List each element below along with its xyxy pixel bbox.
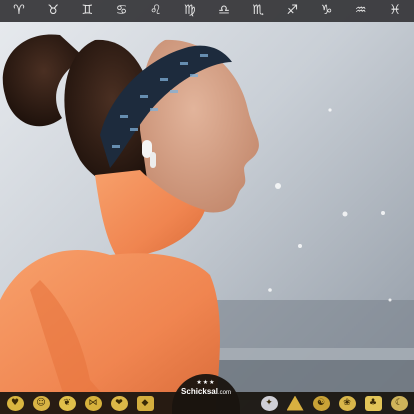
main-stage: ♈︎ ♉︎ ♊︎ ♋︎ ♌︎ ♍︎ ♎︎ ♏︎ ♐︎ ♑︎ ♒︎ ♓︎ ♥ ☺ ❦ ⋈ ❤ ◆ ✦ ☯ ❀ ♣ ☾ ★★… [0,0,414,414]
logo-brand: Schicksal.com [181,387,231,398]
compass-button[interactable]: ✦ [256,392,282,414]
zodiac-sagittarius-icon[interactable]: ♐︎ [276,0,308,22]
zodiac-aries-icon[interactable]: ♈︎ [3,0,35,22]
chinese-zodiac-button[interactable]: ☯ [308,392,334,414]
logo-brand-suffix: .com [217,390,231,396]
wheat-icon: ❀ [338,395,356,411]
runner-hero-photo [0,0,414,414]
love-heart-button[interactable]: ♥ [2,392,28,414]
zodiac-capricorn-icon[interactable]: ♑︎ [311,0,343,22]
zodiac-taurus-icon[interactable]: ♉︎ [37,0,69,22]
mask-icon: ☺ [32,395,50,411]
logo-brand-name: Schicksal [181,387,218,396]
category-group-left: ♥ ☺ ❦ ⋈ ❤ ◆ [2,392,158,414]
zodiac-bar: ♈︎ ♉︎ ♊︎ ♋︎ ♌︎ ♍︎ ♎︎ ♏︎ ♐︎ ♑︎ ♒︎ ♓︎ [0,0,414,22]
mask-button[interactable]: ☺ [28,392,54,414]
bow-tie-icon: ⋈ [84,395,102,411]
zodiac-aquarius-icon[interactable]: ♒︎ [345,0,377,22]
heart-gem-icon: ❤ [110,395,128,411]
zodiac-pisces-icon[interactable]: ♓︎ [379,0,411,22]
zodiac-scorpio-icon[interactable]: ♏︎ [242,0,274,22]
clover-icon: ♣ [364,395,382,411]
butterfly-icon: ❦ [58,395,76,411]
shield-button[interactable]: ◆ [132,392,158,414]
category-group-right: ✦ ☯ ❀ ♣ ☾ [256,392,412,414]
logo-stars: ★★★ [196,379,216,386]
shield-icon: ◆ [136,395,154,411]
zodiac-gemini-icon[interactable]: ♊︎ [71,0,103,22]
clover-button[interactable]: ♣ [360,392,386,414]
love-heart-icon: ♥ [6,395,24,411]
moon-button[interactable]: ☾ [386,392,412,414]
zodiac-leo-icon[interactable]: ♌︎ [140,0,172,22]
crystal-pyramid-button[interactable] [282,392,308,414]
compass-icon: ✦ [260,395,278,411]
bow-tie-button[interactable]: ⋈ [80,392,106,414]
moon-icon: ☾ [390,395,408,411]
crystal-pyramid-icon [286,395,304,411]
zodiac-cancer-icon[interactable]: ♋︎ [106,0,138,22]
zodiac-virgo-icon[interactable]: ♍︎ [174,0,206,22]
heart-gem-button[interactable]: ❤ [106,392,132,414]
butterfly-button[interactable]: ❦ [54,392,80,414]
chinese-zodiac-icon: ☯ [312,395,330,411]
zodiac-libra-icon[interactable]: ♎︎ [208,0,240,22]
wheat-button[interactable]: ❀ [334,392,360,414]
